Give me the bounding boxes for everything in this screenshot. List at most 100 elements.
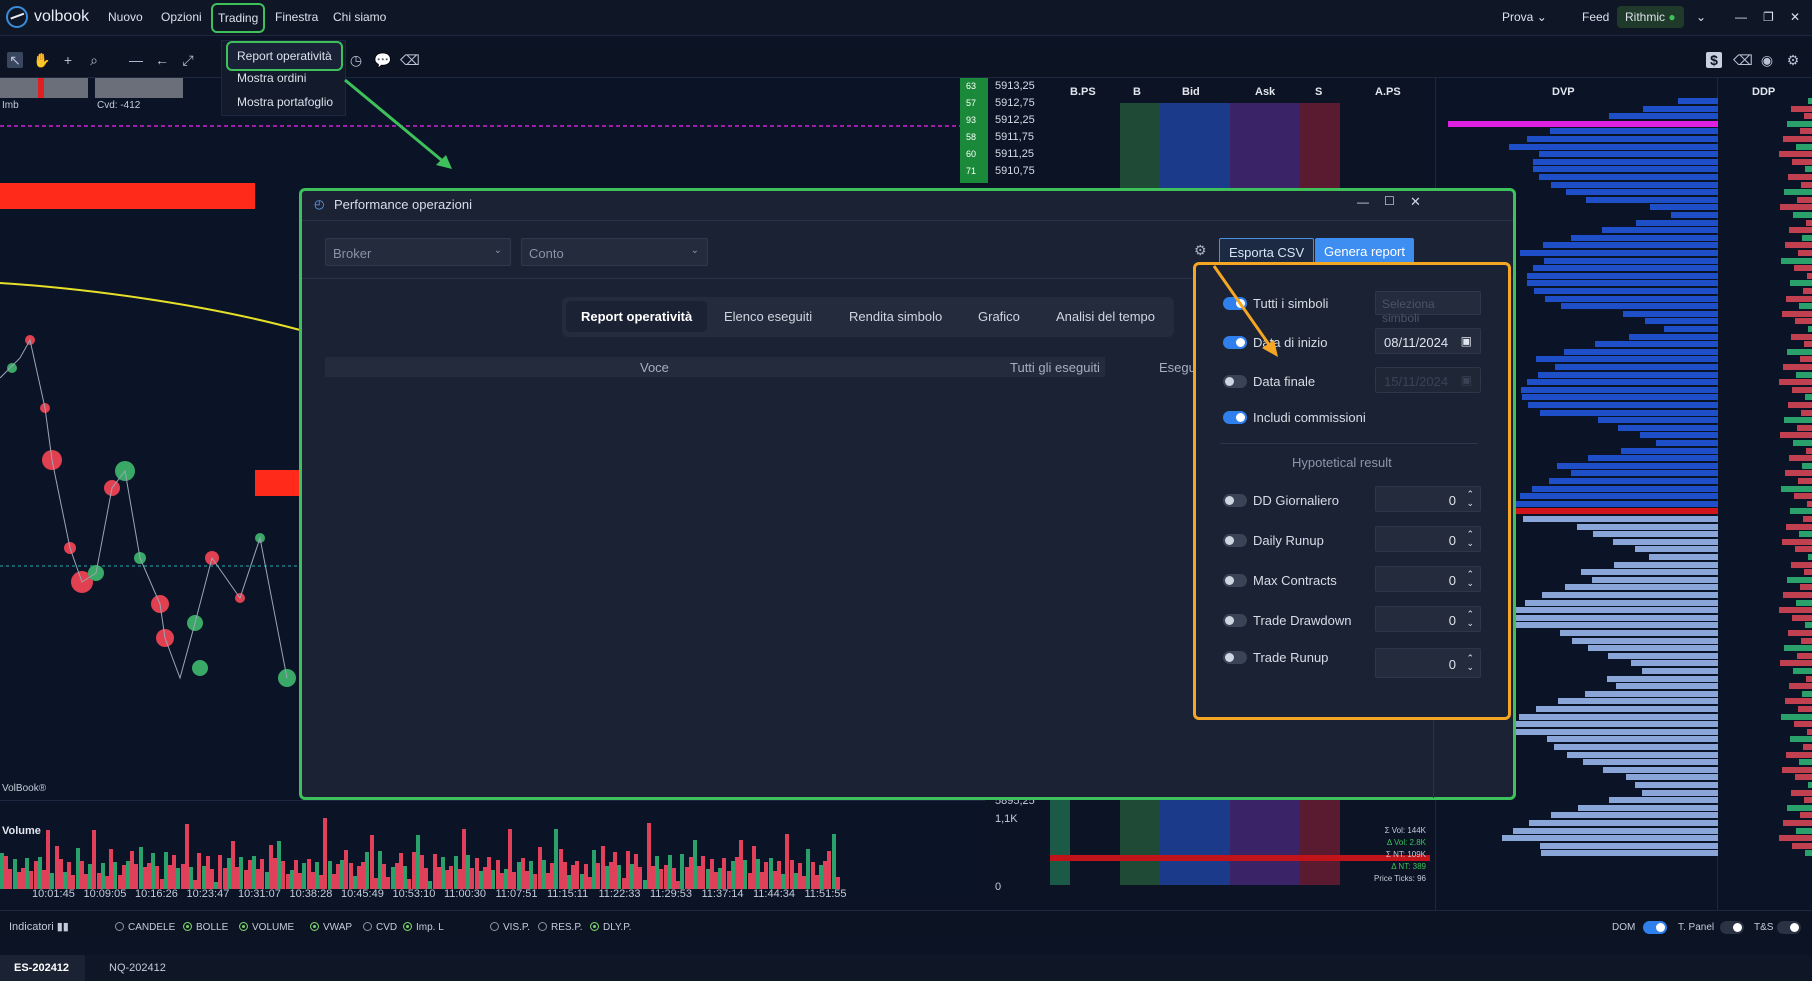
ddp-bar: [1796, 827, 1812, 834]
ddp-bar: [1805, 622, 1812, 629]
tab-nq-202412[interactable]: NQ-202412: [95, 955, 180, 981]
column-eseguiti[interactable]: Esegu: [1159, 360, 1196, 375]
chevron-down-icon[interactable]: ⌄: [1696, 10, 1706, 24]
trade-drawdown-input[interactable]: 0 ⌃ ⌄: [1375, 606, 1481, 632]
generate-report-button[interactable]: Genera report: [1315, 238, 1414, 265]
horizontal-line-icon[interactable]: —: [128, 52, 144, 68]
dollar-icon[interactable]: $: [1706, 52, 1722, 68]
max-contracts-input[interactable]: 0 ⌃ ⌄: [1375, 566, 1481, 592]
indicator-dly-p-[interactable]: DLY.P.: [590, 922, 631, 933]
feed-status[interactable]: Rithmic ●: [1617, 6, 1684, 28]
toggle-trade-drawdown[interactable]: [1223, 614, 1247, 627]
broker-select[interactable]: Broker ⌄: [325, 238, 511, 266]
pointer-icon[interactable]: ↖: [7, 52, 23, 68]
trend-line-icon[interactable]: ⤢: [180, 52, 196, 68]
toggle-trade-runup[interactable]: [1223, 651, 1247, 664]
ray-icon[interactable]: ←: [154, 52, 170, 68]
toggle-daily-runup[interactable]: [1223, 534, 1247, 547]
close-icon[interactable]: ✕: [1790, 10, 1800, 24]
indicators-button[interactable]: Indicatori ▮▮: [9, 920, 69, 933]
minimize-icon[interactable]: —: [1735, 10, 1747, 24]
menu-nuovo[interactable]: Nuovo: [108, 10, 143, 24]
indicator-cvd[interactable]: CVD: [363, 922, 397, 933]
start-date-input[interactable]: 08/11/2024 ▣: [1375, 328, 1481, 354]
indicator-vwap[interactable]: VWAP: [310, 922, 352, 933]
toggle-include-fees[interactable]: [1223, 411, 1247, 424]
stepper-icon[interactable]: ⌃ ⌄: [1466, 654, 1474, 672]
timer-icon[interactable]: ◷: [348, 52, 364, 68]
daily-runup-input[interactable]: 0 ⌃ ⌄: [1375, 526, 1481, 552]
account-select[interactable]: Prova ⌄: [1502, 10, 1547, 24]
zoom-icon[interactable]: ⌕: [86, 52, 102, 68]
tab-elenco-eseguiti[interactable]: Elenco eseguiti: [724, 309, 812, 324]
hand-icon[interactable]: ✋: [33, 52, 50, 68]
indicator-vis-p-[interactable]: VIS.P.: [490, 922, 530, 933]
menu-opzioni[interactable]: Opzioni: [161, 10, 202, 24]
stepper-icon[interactable]: ⌃ ⌄: [1466, 490, 1474, 508]
restore-icon[interactable]: ❐: [1763, 10, 1774, 24]
minimize-icon[interactable]: —: [1357, 195, 1369, 209]
cvd-label: Cvd: -412: [97, 100, 141, 111]
gear-icon[interactable]: ⚙: [1194, 242, 1207, 259]
menu-finestra[interactable]: Finestra: [275, 10, 318, 24]
toggle-end-date[interactable]: [1223, 375, 1247, 388]
toggle-dd-giornaliero[interactable]: [1223, 494, 1247, 507]
time-tick: 10:23:47: [186, 888, 230, 900]
trade-runup-input[interactable]: 0 ⌃ ⌄: [1375, 648, 1481, 678]
toggle-t-panel[interactable]: [1720, 921, 1744, 934]
toggle-dom[interactable]: [1643, 921, 1667, 934]
start-date-value: 08/11/2024: [1384, 335, 1449, 350]
record-icon[interactable]: ◉: [1759, 52, 1775, 68]
crosshair-icon[interactable]: +: [60, 52, 76, 68]
indicator-label: CVD: [376, 922, 398, 933]
dvp-bar: [1678, 98, 1718, 104]
stepper-icon[interactable]: ⌃ ⌄: [1466, 610, 1474, 628]
close-icon[interactable]: ✕: [1410, 194, 1421, 210]
eraser-icon[interactable]: ⌫: [1733, 52, 1753, 68]
end-date-input[interactable]: 15/11/2024 ▣: [1375, 367, 1481, 393]
indicator-imp-l[interactable]: Imp. L: [403, 922, 444, 933]
ddp-bar: [1782, 538, 1812, 545]
dvp-bar: [1635, 219, 1718, 226]
indicator-candele[interactable]: CANDELE: [115, 922, 175, 933]
tab-analisi-tempo[interactable]: Analisi del tempo: [1056, 309, 1155, 324]
eraser-icon[interactable]: ⌫: [400, 52, 420, 68]
dd-giornaliero-input[interactable]: 0 ⌃ ⌄: [1375, 486, 1481, 512]
calendar-icon[interactable]: ▣: [1461, 373, 1472, 387]
maximize-icon[interactable]: ☐: [1384, 194, 1395, 208]
stepper-icon[interactable]: ⌃ ⌄: [1466, 570, 1474, 588]
toggle-ts[interactable]: [1777, 921, 1801, 934]
column-tutti-eseguiti[interactable]: Tutti gli eseguiti: [1010, 360, 1100, 375]
ddp-bar: [1793, 668, 1812, 674]
indicator-res-p-[interactable]: RES.P.: [538, 922, 583, 933]
menu-trading[interactable]: Trading: [211, 3, 266, 33]
tab-es-202412[interactable]: ES-202412: [0, 955, 85, 981]
stepper-icon[interactable]: ⌃ ⌄: [1466, 530, 1474, 548]
dvp-bar: [1645, 318, 1718, 325]
radio-icon: [115, 922, 124, 931]
select-symbols-button[interactable]: Seleziona simboli: [1375, 291, 1481, 325]
calendar-icon[interactable]: ▣: [1461, 334, 1472, 348]
menu-mostra-ordini[interactable]: Mostra ordini: [237, 71, 306, 85]
indicator-bolle[interactable]: BOLLE: [183, 922, 228, 933]
menu-mostra-portafoglio[interactable]: Mostra portafoglio: [237, 95, 333, 109]
export-csv-button[interactable]: Esporta CSV: [1219, 238, 1315, 265]
stat-price-ticks: Price Ticks: 96: [1373, 874, 1426, 883]
indicator-volume[interactable]: VOLUME: [239, 922, 294, 933]
tab-grafico[interactable]: Grafico: [978, 309, 1020, 324]
column-voce[interactable]: Voce: [640, 360, 669, 375]
tab-rendita-simbolo[interactable]: Rendita simbolo: [849, 309, 942, 324]
menu-report-operativita[interactable]: Report operatività: [226, 41, 343, 71]
menu-chi-siamo[interactable]: Chi siamo: [333, 10, 386, 24]
toggle-max-contracts[interactable]: [1223, 574, 1247, 587]
indicators-label: Indicatori: [9, 921, 54, 933]
tab-report-operativita[interactable]: Report operatività: [566, 301, 708, 332]
ts-label: T&S: [1754, 922, 1774, 933]
ddp-bar: [1808, 98, 1812, 104]
radio-icon: [183, 922, 192, 931]
stat-delta-vol: Δ Vol: 2.8K: [1386, 838, 1426, 847]
gear-icon[interactable]: ⚙: [1785, 52, 1801, 68]
account-select[interactable]: Conto ⌄: [521, 238, 708, 266]
comment-icon[interactable]: 💬: [374, 52, 391, 68]
ddp-bar: [1791, 333, 1812, 340]
